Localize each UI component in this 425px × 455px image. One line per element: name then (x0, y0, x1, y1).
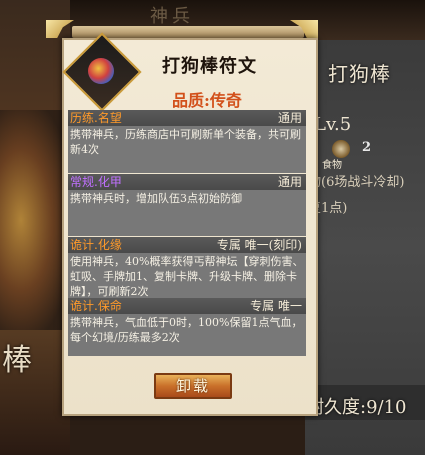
affix-description: 携带神兵，历练商店中可刷新单个装备，共可刷新4次 (68, 126, 306, 173)
background-title: 神兵 (150, 6, 194, 27)
durability-text: 耐久度:9/10 (306, 397, 407, 418)
affix-section: 诡计.化缘 专属 唯一(刻印) 使用神兵，40%概率获得丐帮神坛【穿刺伤害、虹吸… (68, 237, 306, 301)
item-title: 打狗棒符文 (162, 56, 257, 77)
affix-name: 诡计.保命 (70, 299, 122, 313)
rune-icon (88, 58, 114, 84)
weapon-note-line1: 物(6场战斗冷却) (308, 175, 405, 190)
affix-description: 使用神兵，40%概率获得丐帮神坛【穿刺伤害、虹吸、手牌加1、复制卡牌、升级卡牌、… (68, 253, 306, 301)
weapon-name: 打狗棒 (328, 62, 391, 86)
weapon-glyph: 棒 (2, 343, 32, 378)
affix-name: 常规.化甲 (70, 175, 122, 189)
food-count: 2 (362, 140, 372, 155)
affix-description: 携带神兵，气血低于0时，100%保留1点气血，每个幻境/历练最多2次 (68, 314, 306, 356)
affix-header: 常规.化甲 通用 (68, 174, 306, 190)
affix-header: 诡计.化缘 专属 唯一(刻印) (68, 237, 306, 253)
affix-header: 历练.名望 通用 (68, 110, 306, 126)
affix-header: 诡计.保命 专属 唯一 (68, 298, 306, 314)
affix-name: 历练.名望 (70, 111, 122, 125)
affix-section: 常规.化甲 通用 携带神兵时，增加队伍3点初始防御 (68, 174, 306, 236)
weapon-level: Lv.5 (314, 114, 352, 135)
affix-section: 诡计.保命 专属 唯一 携带神兵，气血低于0时，100%保留1点气血，每个幻境/… (68, 298, 306, 356)
item-quality: 品质:传奇 (172, 91, 242, 110)
unload-button[interactable]: 卸载 (154, 373, 232, 399)
affix-section: 历练.名望 通用 携带神兵，历练商店中可刷新单个装备，共可刷新4次 (68, 110, 306, 173)
affix-tag: 通用 (277, 111, 302, 125)
affix-tag: 专属 唯一 (250, 299, 302, 313)
affix-tag: 专属 唯一(刻印) (216, 238, 302, 252)
panel-top-ornament (72, 26, 304, 38)
affix-name: 诡计.化缘 (70, 238, 122, 252)
affix-tag: 通用 (277, 175, 302, 189)
affix-description: 携带神兵时，增加队伍3点初始防御 (68, 190, 306, 236)
weapon-artwork (0, 110, 70, 330)
food-badge-label: 食物 (322, 160, 342, 171)
